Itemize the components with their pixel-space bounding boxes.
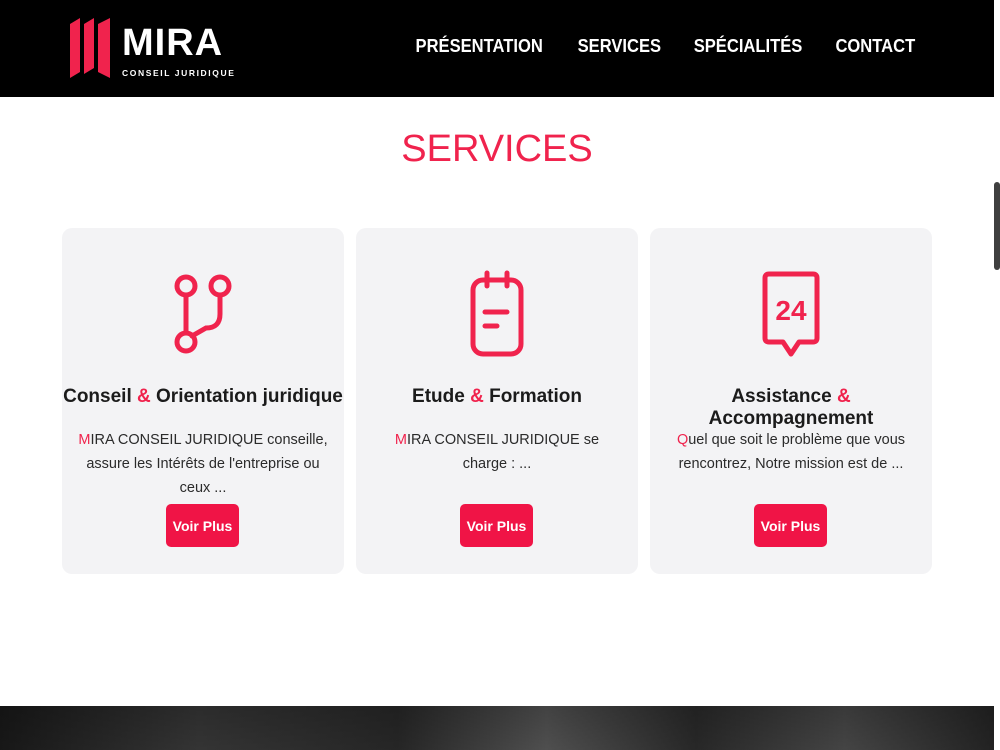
card-title: Etude & Formation <box>356 386 638 408</box>
card-description: MIRA CONSEIL JURIDIQUE conseille, assure… <box>78 428 328 500</box>
voir-plus-button[interactable]: Voir Plus <box>460 504 533 547</box>
card-desc-initial: Q <box>676 432 689 448</box>
logo-name: MIRA <box>122 22 224 64</box>
branch-icon <box>62 270 344 360</box>
logo-subtitle: CONSEIL JURIDIQUE <box>122 68 236 78</box>
card-title: Conseil & Orientation juridique <box>62 386 344 408</box>
voir-plus-button[interactable]: Voir Plus <box>754 504 827 547</box>
voir-plus-button[interactable]: Voir Plus <box>166 504 239 547</box>
service-card: Conseil & Orientation juridique MIRA CON… <box>62 228 344 574</box>
card-title: Assistance & Accompagnement <box>650 386 932 430</box>
logo-mark-icon <box>70 18 110 78</box>
card-title-part1: Conseil <box>63 386 132 407</box>
main-nav: PRÉSENTATION SERVICES SPÉCIALITÉS CONTAC… <box>410 36 919 57</box>
card-title-ampersand: & <box>470 386 484 407</box>
card-desc-text: uel que soit le problème que vous rencon… <box>678 432 906 472</box>
section-title: SERVICES <box>401 128 593 170</box>
nav-services[interactable]: SERVICES <box>577 36 660 57</box>
support-24-icon: 24 <box>650 270 932 360</box>
card-title-part2: Formation <box>489 386 582 407</box>
card-description: Quel que soit le problème que vous renco… <box>666 428 916 476</box>
page-scrollbar[interactable] <box>994 0 1000 750</box>
service-card: Etude & Formation MIRA CONSEIL JURIDIQUE… <box>356 228 638 574</box>
card-desc-initial: M <box>394 432 408 448</box>
card-title-part1: Etude <box>412 386 465 407</box>
nav-specialites[interactable]: SPÉCIALITÉS <box>694 36 803 57</box>
card-title-ampersand: & <box>137 386 151 407</box>
card-desc-text: IRA CONSEIL JURIDIQUE se charge : ... <box>407 432 600 472</box>
nav-contact[interactable]: CONTACT <box>836 36 916 57</box>
site-header: MIRA CONSEIL JURIDIQUE PRÉSENTATION SERV… <box>0 0 994 97</box>
card-title-part2: Orientation juridique <box>156 386 343 407</box>
card-title-ampersand: & <box>836 386 851 407</box>
service-card: 24 Assistance & Accompagnement Quel que … <box>650 228 932 574</box>
hero-image-strip <box>0 706 994 750</box>
card-desc-initial: M <box>78 432 91 448</box>
support-24-text: 24 <box>775 295 807 326</box>
clipboard-icon <box>356 270 638 360</box>
card-description: MIRA CONSEIL JURIDIQUE se charge : ... <box>372 428 622 476</box>
image-overlay <box>0 706 994 750</box>
card-title-part1: Assistance <box>731 386 832 407</box>
services-cards: Conseil & Orientation juridique MIRA CON… <box>62 228 932 574</box>
card-desc-text: IRA CONSEIL JURIDIQUE conseille, assure … <box>86 432 328 496</box>
card-title-part2: Accompagnement <box>708 408 874 429</box>
scrollbar-thumb[interactable] <box>994 182 1000 270</box>
nav-presentation[interactable]: PRÉSENTATION <box>416 36 543 57</box>
logo[interactable]: MIRA CONSEIL JURIDIQUE <box>70 18 235 78</box>
